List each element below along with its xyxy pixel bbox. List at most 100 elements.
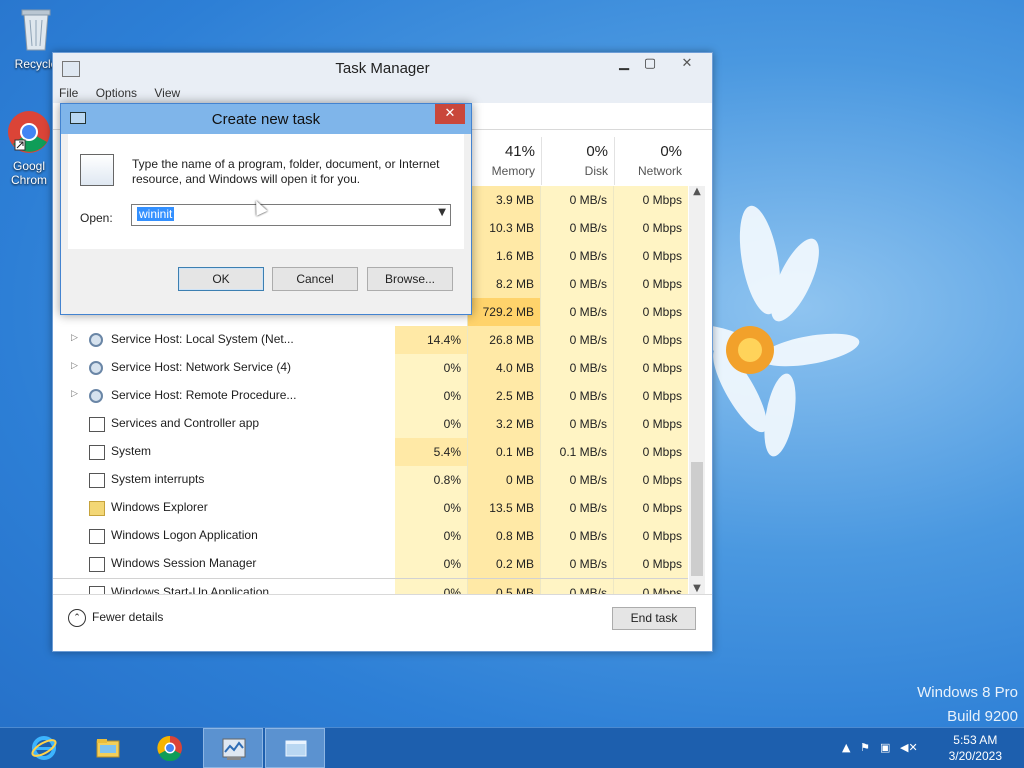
cell-disk: 0 MB/s	[541, 466, 614, 494]
table-row[interactable]: Services and Controller app 0% 3.2 MB 0 MB/…	[53, 410, 688, 438]
cell-disk: 0 MB/s	[541, 214, 614, 242]
folder-icon	[96, 739, 120, 758]
ok-button[interactable]: OK	[178, 267, 264, 291]
menu-options[interactable]: Options	[96, 86, 137, 100]
cell-cpu: 0%	[395, 354, 468, 382]
table-row[interactable]: ▷ Service Host: Network Service (4) 0% 4.0 …	[53, 354, 688, 382]
taskbar-google-chrome[interactable]	[140, 728, 200, 768]
wallpaper-flower	[700, 205, 860, 457]
open-input-value[interactable]: wininit	[137, 207, 175, 221]
show-hidden-icons-icon[interactable]: ▲	[842, 741, 850, 754]
cell-net: 0 Mbps	[614, 382, 688, 410]
cell-net: 0 Mbps	[614, 494, 688, 522]
cell-net: 0 Mbps	[614, 522, 688, 550]
action-center-flag-icon[interactable]: ⚑	[860, 741, 870, 754]
app-window-icon	[89, 586, 105, 594]
scroll-thumb[interactable]	[691, 462, 703, 576]
table-row[interactable]: ▷ Service Host: Local System (Net... 14.4%…	[53, 326, 688, 354]
dialog-title: Create new task	[211, 111, 321, 128]
chevron-up-icon: ⌃	[68, 609, 86, 627]
network-percent: 0%	[660, 143, 682, 160]
gear-icon	[89, 389, 103, 403]
clock[interactable]: 5:53 AM 3/20/2023	[949, 732, 1002, 764]
close-button[interactable]: ✕	[664, 54, 710, 74]
chevron-down-icon[interactable]: ▼	[438, 207, 446, 218]
table-row[interactable]: ▷ Service Host: Remote Procedure... 0% 2.5 …	[53, 382, 688, 410]
cancel-button[interactable]: Cancel	[272, 267, 358, 291]
menu-file[interactable]: File	[59, 86, 78, 100]
cell-cpu: 0%	[395, 550, 468, 578]
cell-cpu: 0%	[395, 522, 468, 550]
cell-disk: 0 MB/s	[541, 354, 614, 382]
taskbar-task-manager[interactable]	[203, 728, 263, 768]
clock-date: 3/20/2023	[948, 749, 1002, 763]
table-row[interactable]: System interrupts 0.8% 0 MB 0 MB/s 0 Mbps	[53, 466, 688, 494]
vertical-scrollbar[interactable]: ▲ ▼	[689, 186, 705, 594]
cell-cpu: 0.8%	[395, 466, 468, 494]
menu-bar: File Options View	[53, 83, 712, 103]
cell-mem: 26.8 MB	[468, 326, 541, 354]
title-bar[interactable]: Task Manager ▁ ▢ ✕	[53, 53, 712, 83]
cell-net: 0 Mbps	[614, 326, 688, 354]
cell-mem: 0.2 MB	[468, 550, 541, 578]
network-icon[interactable]: ▣	[880, 741, 890, 754]
column-header-memory[interactable]: 41% Memory	[468, 137, 542, 185]
task-manager-icon	[222, 738, 246, 760]
scroll-up-icon[interactable]: ▲	[689, 186, 705, 197]
cell-mem: 13.5 MB	[468, 494, 541, 522]
desktop-icon-label: Googl Chrom	[10, 159, 47, 187]
expand-arrow-icon[interactable]: ▷	[71, 389, 78, 399]
cell-mem: 3.9 MB	[468, 186, 541, 214]
cell-net: 0 Mbps	[614, 270, 688, 298]
table-row[interactable]: Windows Explorer 0% 13.5 MB 0 MB/s 0 Mbps	[53, 494, 688, 522]
cell-mem: 2.5 MB	[468, 382, 541, 410]
cell-disk: 0 MB/s	[541, 410, 614, 438]
menu-view[interactable]: View	[154, 86, 180, 100]
taskbar-run-dialog[interactable]	[265, 728, 325, 768]
expand-arrow-icon[interactable]: ▷	[71, 333, 78, 343]
expand-arrow-icon[interactable]: ▷	[71, 361, 78, 371]
internet-explorer-icon	[31, 736, 57, 760]
dialog-title-bar[interactable]: Create new task ✕	[61, 104, 471, 134]
cell-net: 0 Mbps	[614, 438, 688, 466]
table-row[interactable]: Windows Logon Application 0% 0.8 MB 0 MB/s 0…	[53, 522, 688, 550]
taskbar-file-explorer[interactable]	[78, 728, 138, 768]
app-window-icon	[89, 529, 105, 544]
window-icon	[285, 740, 307, 757]
table-row[interactable]: Windows Session Manager 0% 0.2 MB 0 MB/s 0 M…	[53, 550, 688, 578]
footer: ⌃ Fewer details End task	[53, 594, 712, 651]
taskbar: ▲ ⚑ ▣ ◀✕ 5:53 AM 3/20/2023	[0, 727, 1024, 768]
column-header-network[interactable]: 0% Network	[614, 137, 688, 185]
open-combobox[interactable]: wininit ▼	[131, 204, 451, 226]
process-name: Service Host: Remote Procedure...	[111, 388, 297, 402]
folder-icon	[89, 501, 105, 516]
cell-cpu: 14.4%	[395, 326, 468, 354]
windows-build-text: Build 9200	[947, 708, 1018, 725]
cell-cpu: 0%	[395, 382, 468, 410]
cell-disk: 0 MB/s	[541, 270, 614, 298]
process-name: Service Host: Local System (Net...	[111, 332, 294, 346]
process-name: Windows Explorer	[111, 500, 208, 514]
disk-percent: 0%	[586, 143, 608, 160]
cell-cpu: 5.4%	[395, 438, 468, 466]
dialog-close-button[interactable]: ✕	[435, 104, 465, 124]
table-row[interactable]: System 5.4% 0.1 MB 0.1 MB/s 0 Mbps	[53, 438, 688, 466]
table-row[interactable]: Windows Start-Up Application 0% 0.5 MB 0 MB…	[53, 578, 688, 594]
google-chrome-shortcut[interactable]: Googl Chrom	[6, 110, 52, 187]
cell-mem: 0.8 MB	[468, 522, 541, 550]
volume-muted-icon[interactable]: ◀✕	[900, 741, 918, 754]
scroll-down-icon[interactable]: ▼	[689, 583, 705, 594]
column-header-disk[interactable]: 0% Disk	[541, 137, 615, 185]
end-task-button[interactable]: End task	[612, 607, 696, 630]
browse-button[interactable]: Browse...	[367, 267, 453, 291]
app-window-icon	[89, 445, 105, 460]
chrome-icon	[157, 735, 182, 761]
memory-label: Memory	[491, 164, 535, 178]
maximize-button[interactable]: ▢	[636, 54, 664, 74]
clock-time: 5:53 AM	[953, 733, 998, 747]
minimize-button[interactable]: ▁	[610, 54, 638, 74]
fewer-details-link[interactable]: ⌃ Fewer details	[68, 609, 163, 627]
cell-net: 0 Mbps	[614, 242, 688, 270]
taskbar-internet-explorer[interactable]	[14, 728, 74, 768]
cell-disk: 0.1 MB/s	[541, 438, 614, 466]
